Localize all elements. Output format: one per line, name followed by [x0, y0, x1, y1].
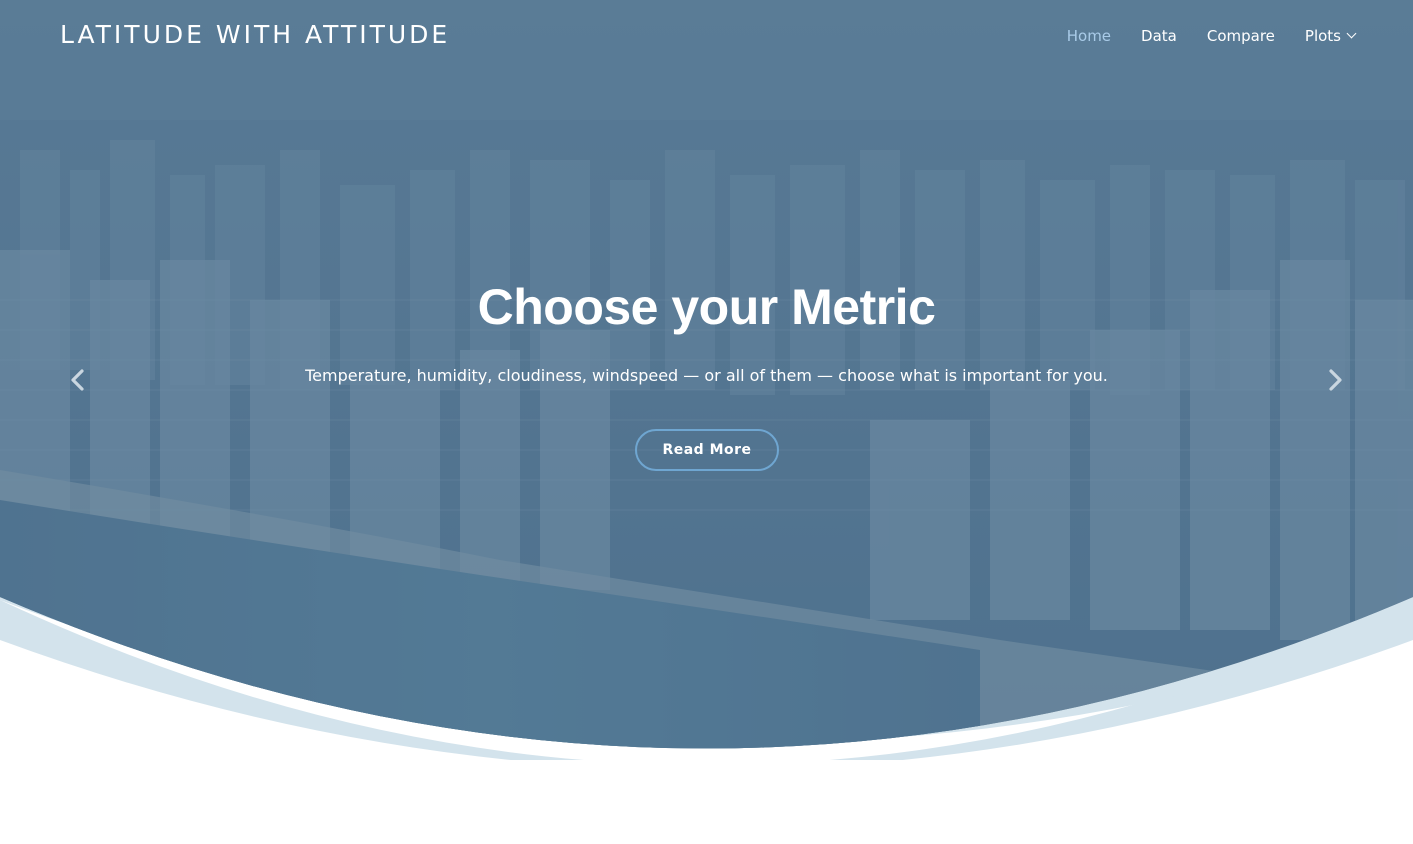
nav-item-compare[interactable]: Compare	[1207, 27, 1275, 45]
site-header: LATITUDE WITH ATTITUDE Home Data Compare…	[0, 0, 1413, 72]
hero-description: Temperature, humidity, cloudiness, winds…	[305, 366, 1108, 385]
carousel-prev-button[interactable]	[64, 366, 92, 394]
page: LATITUDE WITH ATTITUDE Home Data Compare…	[0, 0, 1413, 844]
chevron-left-icon	[71, 369, 84, 391]
chevron-right-icon	[1329, 369, 1342, 391]
nav-item-plots-label: Plots	[1304, 27, 1341, 45]
brand-logo-text[interactable]: LATITUDE WITH ATTITUDE	[60, 20, 450, 49]
nav-item-home[interactable]: Home	[1067, 27, 1111, 45]
chevron-down-icon	[1346, 28, 1357, 39]
nav-item-plots[interactable]: Plots	[1304, 27, 1357, 45]
carousel-next-button[interactable]	[1321, 366, 1349, 394]
main-nav: Home Data Compare Plots	[1067, 27, 1357, 45]
hero-title: Choose your Metric	[477, 279, 936, 335]
nav-item-data[interactable]: Data	[1141, 27, 1177, 45]
read-more-button[interactable]: Read More	[635, 429, 779, 471]
